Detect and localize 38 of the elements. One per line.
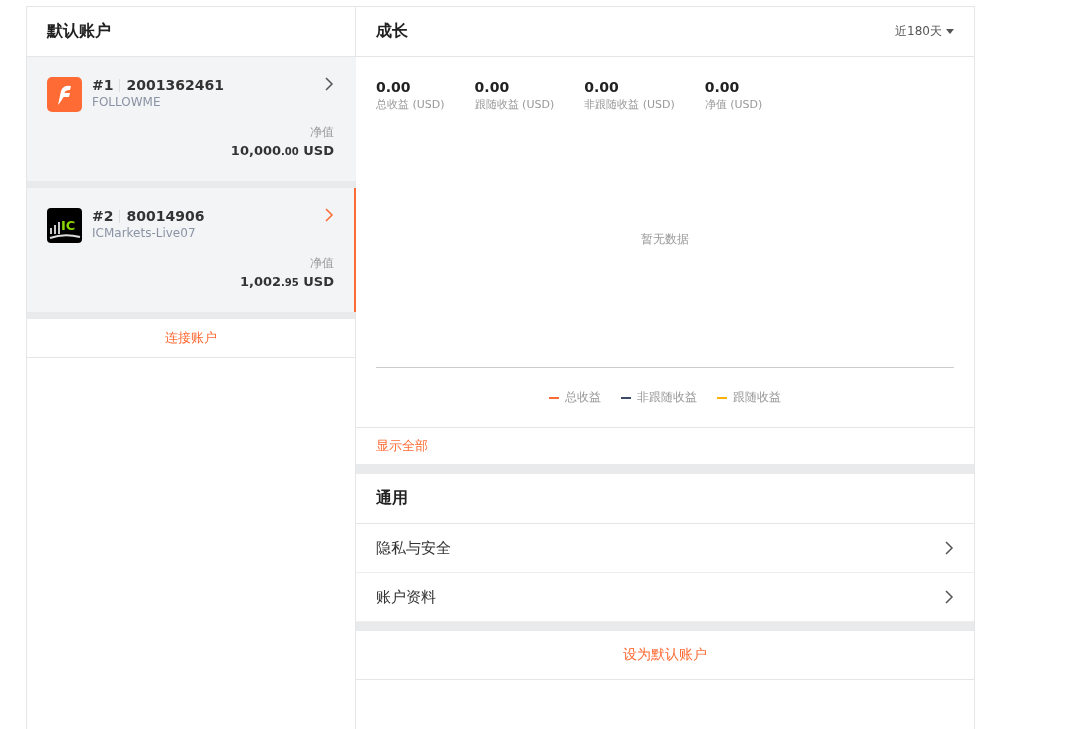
chevron-right-icon [324, 208, 334, 222]
empty-message: 暂无数据 [641, 231, 689, 248]
legend-label: 总收益 [565, 389, 601, 406]
caret-icon [946, 29, 954, 34]
account-index: #2 [92, 208, 114, 224]
stat-label: 净值 (USD) [704, 97, 763, 112]
stat-label: 跟随收益 (USD) [474, 97, 555, 112]
section-title: 成长 [376, 21, 408, 42]
panel-title: 默认账户 [47, 21, 111, 42]
net-value: 1,002.95 USD [239, 274, 334, 289]
settings-row[interactable]: 隐私与安全 [356, 524, 974, 573]
stat-value: 0.00 [474, 79, 511, 95]
stat-label: 总收益 (USD) [376, 97, 445, 112]
chevron-right-icon [944, 541, 954, 555]
stat-value: 0.00 [584, 79, 620, 95]
legend-label: 非跟随收益 [637, 389, 697, 406]
legend-label: 跟随收益 [733, 389, 781, 406]
section-title: 通用 [376, 488, 408, 509]
account-number: 2001362461 [126, 77, 224, 93]
account-server: ICMarkets-Live07 [92, 226, 197, 240]
account-index: #1 [92, 77, 114, 93]
settings-label: 隐私与安全 [376, 538, 451, 558]
settings-label: 账户资料 [376, 587, 436, 607]
period-dropdown[interactable]: 近180天 [895, 23, 954, 40]
net-value-label: 净值 [310, 124, 334, 141]
chevron-right-icon [324, 77, 334, 91]
net-value-label: 净值 [310, 255, 334, 272]
stat-label: 非跟随收益 (USD) [584, 97, 675, 112]
stat-value: 0.00 [704, 79, 741, 95]
account-server: FOLLOWME [92, 95, 162, 109]
chevron-right-icon [944, 590, 954, 604]
account-card[interactable]: #1 2001362461 FOLLOWME 净值 10,000.00 USD [27, 57, 356, 181]
net-value: 10,000.00 USD [230, 143, 334, 158]
logo-icon [47, 77, 82, 112]
stat-value: 0.00 [376, 79, 412, 95]
account-card[interactable]: IC #2 80014906 ICMarkets-Live07 净值 1,002.95 USD [27, 188, 356, 312]
account-number: 80014906 [126, 208, 205, 224]
logo-icon: IC [47, 208, 82, 243]
